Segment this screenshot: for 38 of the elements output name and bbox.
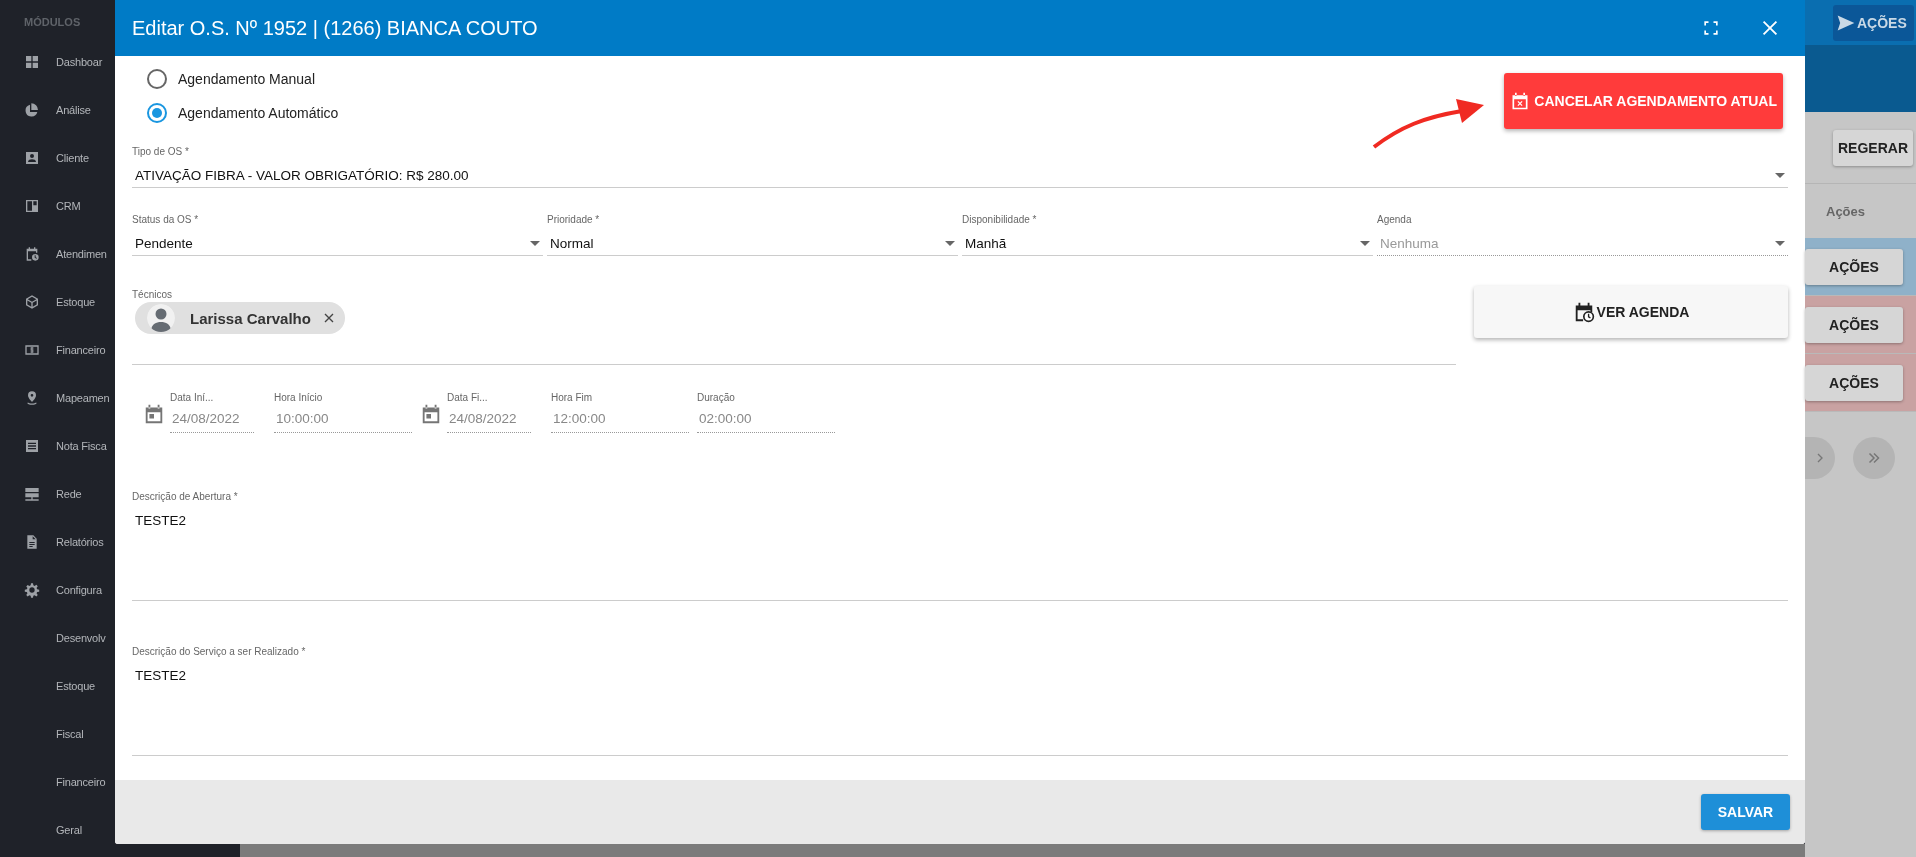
dropdown-field[interactable]: Prioridade * Normal [547,214,958,256]
actions-button[interactable]: AÇÕES [1805,364,1903,401]
sidebar-item[interactable]: Financeiro [0,326,115,374]
description-textarea[interactable]: Descrição do Serviço a ser Realizado * TESTE2 [132,646,1788,756]
os-type-select[interactable]: Tipo de OS * ATIVAÇÃO FIBRA - VALOR OBRIGATÓRIO: R$ 280.00 [132,146,1788,188]
save-button[interactable]: SALVAR [1701,794,1790,830]
sidebar-item[interactable]: Relatórios [0,518,115,566]
dropdown-field[interactable]: Disponibilidade * Manhã [962,214,1373,256]
actions-button[interactable]: AÇÕES [1833,4,1914,41]
description-textarea[interactable]: Descrição de Abertura * TESTE2 [132,491,1788,601]
actions-button[interactable]: AÇÕES [1805,306,1903,343]
cancel-schedule-button[interactable]: CANCELAR AGENDAMENTO ATUAL [1504,73,1783,129]
sidebar-item[interactable]: Configura [0,566,115,614]
regenerate-button[interactable]: REGERAR [1833,129,1913,166]
sidebar-item[interactable]: Mapeamen [0,374,115,422]
view-schedule-button[interactable]: VER AGENDA [1474,286,1788,338]
sidebar-subitem[interactable]: Estoque [0,662,115,710]
sidebar-subitem[interactable]: Financeiro [0,758,115,806]
sidebar-subitem[interactable]: Geral [0,806,115,854]
sidebar-item[interactable]: Nota Fisca [0,422,115,470]
sidebar-item[interactable]: Rede [0,470,115,518]
radio-option[interactable]: Agendamento Automático [132,96,339,130]
sidebar-item[interactable]: Atendimen [0,230,115,278]
sidebar-subitem[interactable]: Desenvolv [0,614,115,662]
dropdown-field[interactable]: Status da OS * Pendente [132,214,543,256]
sidebar-heading: MÓDULOS [23,15,82,30]
technicians-field[interactable]: Técnicos Larissa Carvalho [132,284,1456,365]
sidebar-item[interactable]: Análise [0,86,115,134]
sidebar-subitem[interactable]: Fiscal [0,710,115,758]
radio-option[interactable]: Agendamento Manual [132,62,339,96]
sidebar-item[interactable]: Cliente [0,134,115,182]
dialog-title: Editar O.S. Nº 1952 | (1266) BIANCA COUTO [132,16,539,40]
actions-button[interactable]: AÇÕES [1805,248,1903,285]
column-header: Ações [1825,202,1867,221]
sidebar-item[interactable]: Dashboar [0,38,115,86]
sidebar-item[interactable]: CRM [0,182,115,230]
technician-chip[interactable]: Larissa Carvalho [135,302,345,334]
sidebar-item[interactable]: Estoque [0,278,115,326]
